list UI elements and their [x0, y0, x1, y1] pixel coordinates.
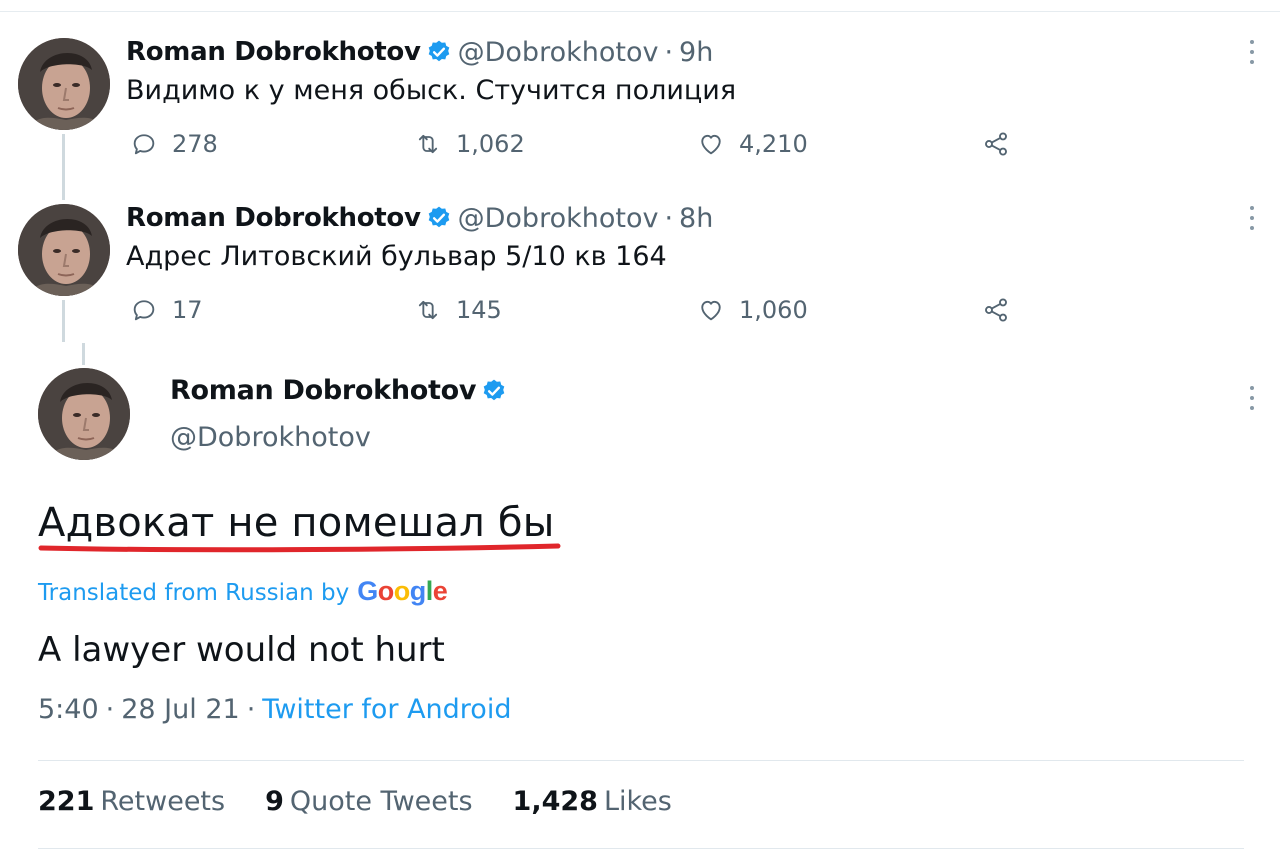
reply-icon: [133, 134, 155, 155]
retweet-count: 145: [456, 296, 502, 324]
stat-label: Likes: [603, 786, 672, 817]
separator-dot: ·: [105, 694, 115, 725]
like-count: 1,060: [739, 296, 808, 324]
author-name[interactable]: Roman Dobrokhotov: [170, 375, 476, 406]
separator-dot: ·: [664, 36, 674, 68]
thread-connector: [62, 134, 65, 200]
thread-connector: [62, 300, 65, 342]
translation-attribution[interactable]: Translated from Russian by Google: [38, 576, 448, 607]
more-vertical-icon[interactable]: [1249, 206, 1255, 230]
stat-count: 221: [38, 786, 95, 817]
author-name[interactable]: Roman Dobrokhotov: [126, 203, 421, 233]
tweet-source-link[interactable]: Twitter for Android: [262, 694, 511, 725]
tweet-header: Roman Dobrokhotov @Dobrokhotov · 9h: [126, 34, 713, 70]
reply-button[interactable]: 17: [130, 296, 203, 324]
author-handle[interactable]: @Dobrokhotov: [458, 37, 659, 68]
tweet-text: Адрес Литовский бульвар 5/10 кв 164: [126, 241, 667, 272]
retweet-count: 1,062: [456, 130, 525, 158]
tweet-time[interactable]: 8h: [679, 203, 713, 234]
divider: [38, 848, 1244, 849]
top-divider: [0, 11, 1280, 12]
avatar[interactable]: [18, 204, 110, 296]
more-vertical-icon[interactable]: [1249, 386, 1255, 410]
tweet-header: Roman Dobrokhotov @Dobrokhotov · 8h: [126, 200, 713, 236]
tweet-text: Видимо к у меня обыск. Стучится полиция: [126, 75, 737, 106]
share-icon: [985, 132, 1007, 156]
translated-label: Translated from Russian by: [38, 580, 350, 606]
stat-label: Quote Tweets: [289, 786, 473, 817]
stat-count: 9: [265, 786, 284, 817]
stat-count: 1,428: [512, 786, 598, 817]
stat-label: Retweets: [100, 786, 226, 817]
google-logo: Google: [357, 576, 448, 606]
quote-tweets-stat[interactable]: 9 Quote Tweets: [265, 786, 472, 817]
reply-count: 278: [172, 130, 218, 158]
author-handle[interactable]: @Dobrokhotov: [458, 203, 659, 234]
retweet-icon: [418, 134, 438, 154]
retweet-button[interactable]: 1,062: [414, 130, 525, 158]
share-button[interactable]: [982, 130, 1024, 158]
separator-dot: ·: [664, 202, 674, 234]
tweet-meta: 5:40 · 28 Jul 21 · Twitter for Android: [38, 694, 511, 725]
verified-badge-icon: [481, 378, 507, 404]
thread-connector: [82, 343, 85, 365]
verified-badge-icon: [426, 205, 452, 231]
separator-dot: ·: [246, 694, 256, 725]
likes-stat[interactable]: 1,428 Likes: [513, 786, 672, 817]
reply-count: 17: [172, 296, 203, 324]
author-name[interactable]: Roman Dobrokhotov: [126, 37, 421, 67]
avatar-face-icon: [18, 204, 110, 296]
like-button[interactable]: 1,060: [697, 296, 808, 324]
retweets-stat[interactable]: 221 Retweets: [38, 786, 225, 817]
avatar[interactable]: [18, 38, 110, 130]
heart-icon: [701, 134, 721, 155]
verified-badge-icon: [426, 39, 452, 65]
avatar-face-icon: [38, 368, 130, 460]
reply-icon: [133, 300, 155, 321]
author-handle[interactable]: @Dobrokhotov: [170, 422, 371, 453]
retweet-icon: [418, 300, 438, 320]
red-underline-annotation: [38, 543, 561, 553]
share-icon: [985, 298, 1007, 322]
tweet-date[interactable]: 28 Jul 21: [121, 694, 239, 725]
tweet-time[interactable]: 9h: [679, 37, 713, 68]
translated-text: A lawyer would not hurt: [38, 630, 445, 670]
share-button[interactable]: [982, 296, 1024, 324]
avatar-face-icon: [18, 38, 110, 130]
reply-button[interactable]: 278: [130, 130, 218, 158]
heart-icon: [701, 300, 721, 321]
main-tweet-text: Адвокат не помешал бы: [38, 500, 555, 546]
avatar[interactable]: [38, 368, 130, 460]
like-button[interactable]: 4,210: [697, 130, 808, 158]
like-count: 4,210: [739, 130, 808, 158]
engagement-stats: 221 Retweets 9 Quote Tweets 1,428 Likes: [38, 786, 712, 817]
more-vertical-icon[interactable]: [1249, 40, 1255, 64]
retweet-button[interactable]: 145: [414, 296, 502, 324]
divider: [38, 760, 1244, 761]
tweet-time[interactable]: 5:40: [38, 694, 99, 725]
main-author-row: Roman Dobrokhotov: [170, 375, 513, 406]
